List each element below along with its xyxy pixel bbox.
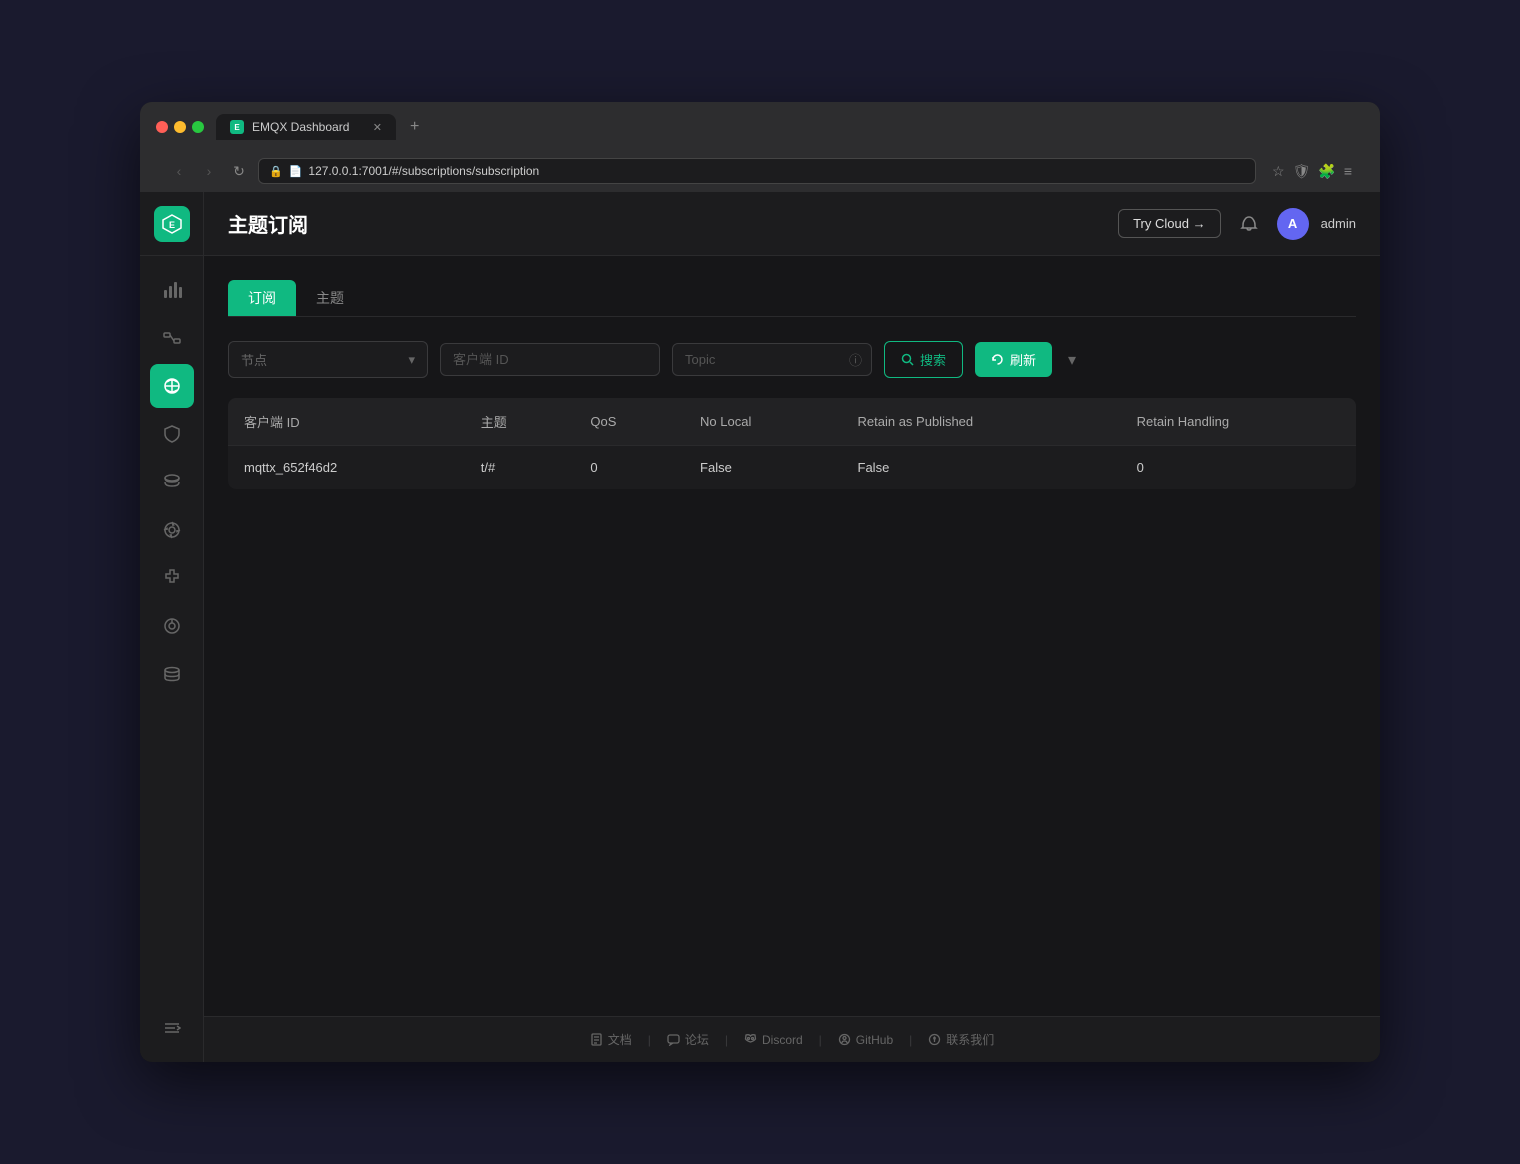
page-title: 主题订阅 <box>228 209 308 238</box>
address-bar-row: ‹ › ↻ 🔒 📄 127.0.0.1:7001/#/subscriptions… <box>156 150 1364 192</box>
browser-tab-active[interactable]: E EMQX Dashboard ✕ <box>216 114 396 140</box>
forward-button[interactable]: › <box>198 163 220 179</box>
new-tab-button[interactable]: + <box>404 116 425 138</box>
sidebar-item-monitor[interactable] <box>150 268 194 312</box>
refresh-button[interactable]: 刷新 <box>975 342 1052 377</box>
browser-toolbar-icons: ☆ 🛡 🧩 ≡ <box>1272 163 1352 180</box>
header-right: Try Cloud → A admin <box>1118 208 1356 240</box>
user-name-label: admin <box>1321 216 1356 231</box>
sidebar-item-security[interactable] <box>150 412 194 456</box>
address-bar[interactable]: 🔒 📄 127.0.0.1:7001/#/subscriptions/subsc… <box>258 158 1256 184</box>
maximize-button[interactable] <box>192 121 204 133</box>
cell-no-local: False <box>684 446 841 490</box>
traffic-lights <box>156 121 204 133</box>
footer-divider-1: | <box>648 1033 651 1047</box>
sidebar-item-extension[interactable] <box>150 556 194 600</box>
col-qos: QoS <box>574 398 684 446</box>
minimize-button[interactable] <box>174 121 186 133</box>
filter-row: 节点 ▾ ⓘ 搜索 <box>228 341 1356 378</box>
lock-icon: 🔒 <box>269 165 283 178</box>
try-cloud-button[interactable]: Try Cloud → <box>1118 209 1220 238</box>
client-id-input[interactable] <box>440 343 660 376</box>
sidebar-item-connection[interactable] <box>150 316 194 360</box>
footer-link-docs[interactable]: 文档 <box>590 1031 632 1048</box>
cell-qos: 0 <box>574 446 684 490</box>
bookmark-icon[interactable]: ☆ <box>1272 163 1285 180</box>
footer-contact-label: 联系我们 <box>946 1031 994 1048</box>
info-icon: ⓘ <box>849 350 862 369</box>
notification-button[interactable] <box>1233 208 1265 240</box>
footer-divider-2: | <box>725 1033 728 1047</box>
app-header: 主题订阅 Try Cloud → A admin <box>204 192 1380 256</box>
footer-docs-label: 文档 <box>608 1031 632 1048</box>
page-body: 订阅 主题 节点 ▾ ⓘ <box>204 256 1380 1016</box>
table-header-row: 客户端 ID 主题 QoS No Local <box>228 398 1356 446</box>
app-layout: E <box>140 192 1380 1062</box>
tab-bar: E EMQX Dashboard ✕ + <box>216 114 1364 140</box>
tab-close-button[interactable]: ✕ <box>373 121 382 134</box>
footer-forum-label: 论坛 <box>685 1031 709 1048</box>
tab-title: EMQX Dashboard <box>252 120 349 134</box>
svg-text:E: E <box>168 220 174 230</box>
sidebar-item-subscription[interactable] <box>150 364 194 408</box>
search-button-label: 搜索 <box>920 350 946 369</box>
col-topic: 主题 <box>465 398 575 446</box>
topic-filter: ⓘ <box>672 343 872 376</box>
sidebar-item-settings[interactable] <box>150 508 194 552</box>
main-content: 主题订阅 Try Cloud → A admin <box>204 192 1380 1062</box>
sidebar-collapse-button[interactable] <box>150 1006 194 1050</box>
refresh-button-label: 刷新 <box>1010 350 1036 369</box>
extension-icon[interactable]: 🧩 <box>1318 163 1335 180</box>
back-button[interactable]: ‹ <box>168 163 190 179</box>
col-client-id: 客户端 ID <box>228 398 465 446</box>
footer-link-discord[interactable]: Discord <box>744 1033 803 1047</box>
col-retain-as-published: Retain as Published <box>842 398 1121 446</box>
browser-window: E EMQX Dashboard ✕ + ‹ › ↻ 🔒 📄 127.0.0.1… <box>140 102 1380 1062</box>
subscription-table: 客户端 ID 主题 QoS No Local <box>228 398 1356 489</box>
tab-favicon: E <box>230 120 244 134</box>
browser-titlebar: E EMQX Dashboard ✕ + <box>156 114 1364 140</box>
col-retain-handling: Retain Handling <box>1121 398 1356 446</box>
footer-link-forum[interactable]: 论坛 <box>667 1031 709 1048</box>
cell-retain-handling: 0 <box>1121 446 1356 490</box>
col-no-local: No Local <box>684 398 841 446</box>
page-icon: 📄 <box>289 165 303 178</box>
cell-topic: t/# <box>465 446 575 490</box>
sidebar: E <box>140 192 204 1062</box>
close-button[interactable] <box>156 121 168 133</box>
sidebar-bottom <box>150 994 194 1062</box>
menu-icon[interactable]: ≡ <box>1344 163 1352 179</box>
sidebar-item-data[interactable] <box>150 460 194 504</box>
expand-filters-button[interactable]: ▾ <box>1064 346 1080 374</box>
browser-chrome: E EMQX Dashboard ✕ + ‹ › ↻ 🔒 📄 127.0.0.1… <box>140 102 1380 192</box>
footer-link-contact[interactable]: 联系我们 <box>928 1031 994 1048</box>
url-display: 127.0.0.1:7001/#/subscriptions/subscript… <box>308 164 539 178</box>
footer-discord-label: Discord <box>762 1033 803 1047</box>
tab-subscriptions[interactable]: 订阅 <box>228 280 296 316</box>
sidebar-item-storage[interactable] <box>150 652 194 696</box>
footer-divider-3: | <box>819 1033 822 1047</box>
user-avatar: A <box>1277 208 1309 240</box>
app-footer: 文档 | 论坛 | Discord | GitHub | <box>204 1016 1380 1062</box>
cell-client-id: mqttx_652f46d2 <box>228 446 465 490</box>
reload-button[interactable]: ↻ <box>228 163 250 180</box>
sidebar-nav <box>150 256 194 994</box>
footer-github-label: GitHub <box>856 1033 893 1047</box>
node-select[interactable]: 节点 ▾ <box>228 341 428 378</box>
footer-divider-4: | <box>909 1033 912 1047</box>
chevron-down-icon: ▾ <box>408 352 415 368</box>
app-logo: E <box>154 206 190 242</box>
shield-icon[interactable]: 🛡 <box>1293 163 1311 180</box>
search-button[interactable]: 搜索 <box>884 341 963 378</box>
table-row: mqttx_652f46d2 t/# 0 False False 0 <box>228 446 1356 490</box>
footer-link-github[interactable]: GitHub <box>838 1033 893 1047</box>
tab-navigation: 订阅 主题 <box>228 280 1356 317</box>
sidebar-logo: E <box>140 192 204 256</box>
node-select-placeholder: 节点 <box>241 350 267 369</box>
cell-retain-as-published: False <box>842 446 1121 490</box>
sidebar-item-diagnostics[interactable] <box>150 604 194 648</box>
tab-topics[interactable]: 主题 <box>296 280 364 316</box>
topic-input[interactable] <box>672 343 872 376</box>
